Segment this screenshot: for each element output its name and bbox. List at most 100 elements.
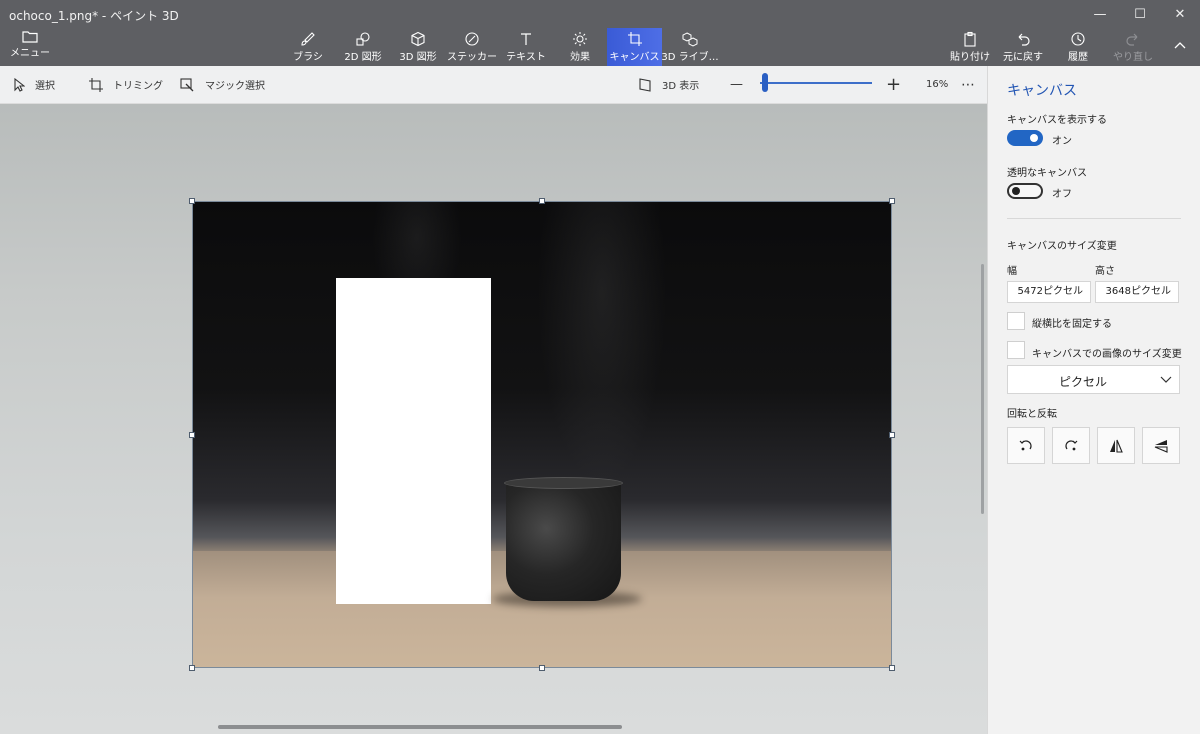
flip-vertical-button[interactable] [1142,427,1180,464]
paste-label: 貼り付け [950,52,990,63]
tab-effects[interactable]: 効果 [563,28,597,66]
undo-button[interactable]: 元に戻す [1003,28,1043,66]
transparent-canvas-label: 透明なキャンバス [1007,168,1087,179]
tab-canvas[interactable]: キャンバス [607,28,662,66]
vertical-scrollbar[interactable] [981,264,984,514]
show-canvas-toggle[interactable] [1007,130,1043,146]
text-icon [521,33,531,45]
brush-icon [301,32,315,46]
tab-label: ステッカー [447,52,497,63]
tab-label: キャンバス [609,52,660,63]
tab-label: テキスト [506,52,546,63]
canvas-panel: キャンバス キャンバスを表示する オン 透明なキャンバス オフ キャンバスのサイ… [987,66,1200,734]
toggle-knob [1012,187,1020,195]
3d-library-icon [682,32,698,47]
undo-label: 元に戻す [1003,52,1043,63]
tab-text[interactable]: テキスト [506,28,546,66]
flip-horizontal-button[interactable] [1097,427,1135,464]
tab-brushes[interactable]: ブラシ [290,28,326,66]
transparent-canvas-toggle[interactable] [1007,183,1043,199]
window-title: ochoco_1.png* - ペイント 3D [9,9,179,23]
resize-handle-top[interactable] [539,198,545,204]
tab-3d-shapes[interactable]: 3D 図形 [395,28,441,66]
view-3d-button[interactable]: 3D 表示 [638,66,699,103]
rotate-left-icon [1019,439,1032,450]
history-icon [1071,32,1085,46]
panel-title: キャンバス [1007,83,1077,99]
select-label: 選択 [35,81,55,92]
crop-label: トリミング [113,81,163,92]
chevron-up-icon [1174,42,1186,49]
minimize-button[interactable]: — [1080,0,1120,28]
tab-label: 2D 図形 [344,52,382,63]
effects-icon [573,32,587,46]
magic-select-button[interactable]: マジック選択 [180,66,265,103]
redo-button[interactable]: やり直し [1113,28,1153,66]
maximize-button[interactable]: ☐ [1120,0,1160,28]
canvas-icon [627,32,642,46]
tab-3d-library[interactable]: 3D ライブ… [661,28,719,66]
select-button[interactable]: 選択 [13,66,55,103]
crop-icon [89,77,103,92]
flip-vertical-icon [1154,439,1168,453]
resize-image-label: キャンバスでの画像のサイズ変更 [1032,349,1182,360]
window-controls: — ☐ ✕ [1080,0,1200,28]
close-button[interactable]: ✕ [1160,0,1200,28]
tab-label: 3D ライブ… [661,52,719,63]
cursor-icon [14,77,25,92]
width-label: 幅 [1007,266,1017,277]
resize-handle-left[interactable] [189,432,195,438]
title-bar: ochoco_1.png* - ペイント 3D — ☐ ✕ メニュー ブラシ 2… [0,0,1200,66]
paste-icon [964,31,976,47]
history-label: 履歴 [1068,52,1088,63]
paste-button[interactable]: 貼り付け [950,28,990,66]
resize-handle-bottom[interactable] [539,665,545,671]
unit-selected: ピクセル [1058,375,1107,389]
height-field[interactable]: 3648ピクセル [1095,281,1179,303]
history-button[interactable]: 履歴 [1060,28,1096,66]
zoom-in-button[interactable]: + [886,66,901,103]
redo-label: やり直し [1113,52,1153,63]
crop-button[interactable]: トリミング [89,66,163,103]
sticker-icon [465,32,479,46]
resize-handle-top-left[interactable] [189,198,195,204]
horizontal-scrollbar[interactable] [218,725,622,729]
folder-icon [22,31,38,43]
height-label: 高さ [1095,266,1115,277]
unit-dropdown[interactable]: ピクセル [1007,365,1180,394]
resize-handle-top-right[interactable] [889,198,895,204]
more-options-button[interactable]: ⋯ [961,66,975,103]
undo-icon [1018,33,1030,46]
zoom-slider-track[interactable] [760,82,872,84]
magic-select-icon [180,77,194,91]
chevron-down-icon [1160,376,1172,383]
rotate-right-button[interactable] [1052,427,1090,464]
menu-button[interactable]: メニュー [10,30,50,62]
view-3d-label: 3D 表示 [662,81,700,92]
collapse-ribbon-button[interactable] [1168,28,1192,66]
tab-stickers[interactable]: ステッカー [447,28,497,66]
divider [1007,218,1181,219]
canvas-frame [192,201,892,668]
resize-handle-bottom-right[interactable] [889,665,895,671]
tab-2d-shapes[interactable]: 2D 図形 [340,28,386,66]
toggle-knob [1030,134,1038,142]
rotate-right-icon [1065,439,1078,450]
tab-label: ブラシ [293,52,323,63]
rotate-flip-label: 回転と反転 [1007,409,1057,420]
menu-label: メニュー [10,48,50,59]
zoom-slider-thumb[interactable] [762,73,768,92]
canvas-workspace[interactable] [0,104,987,734]
lock-aspect-checkbox[interactable] [1007,312,1025,330]
zoom-value[interactable]: 16% [926,66,948,103]
tab-label: 効果 [570,52,590,63]
resize-image-checkbox[interactable] [1007,341,1025,359]
zoom-out-button[interactable]: — [730,66,743,103]
tab-label: 3D 図形 [399,52,437,63]
resize-handle-right[interactable] [889,432,895,438]
width-field[interactable]: 5472ピクセル [1007,281,1091,303]
flip-horizontal-icon [1110,439,1123,453]
rotate-left-button[interactable] [1007,427,1045,464]
resize-handle-bottom-left[interactable] [189,665,195,671]
show-canvas-state: オン [1052,136,1072,147]
